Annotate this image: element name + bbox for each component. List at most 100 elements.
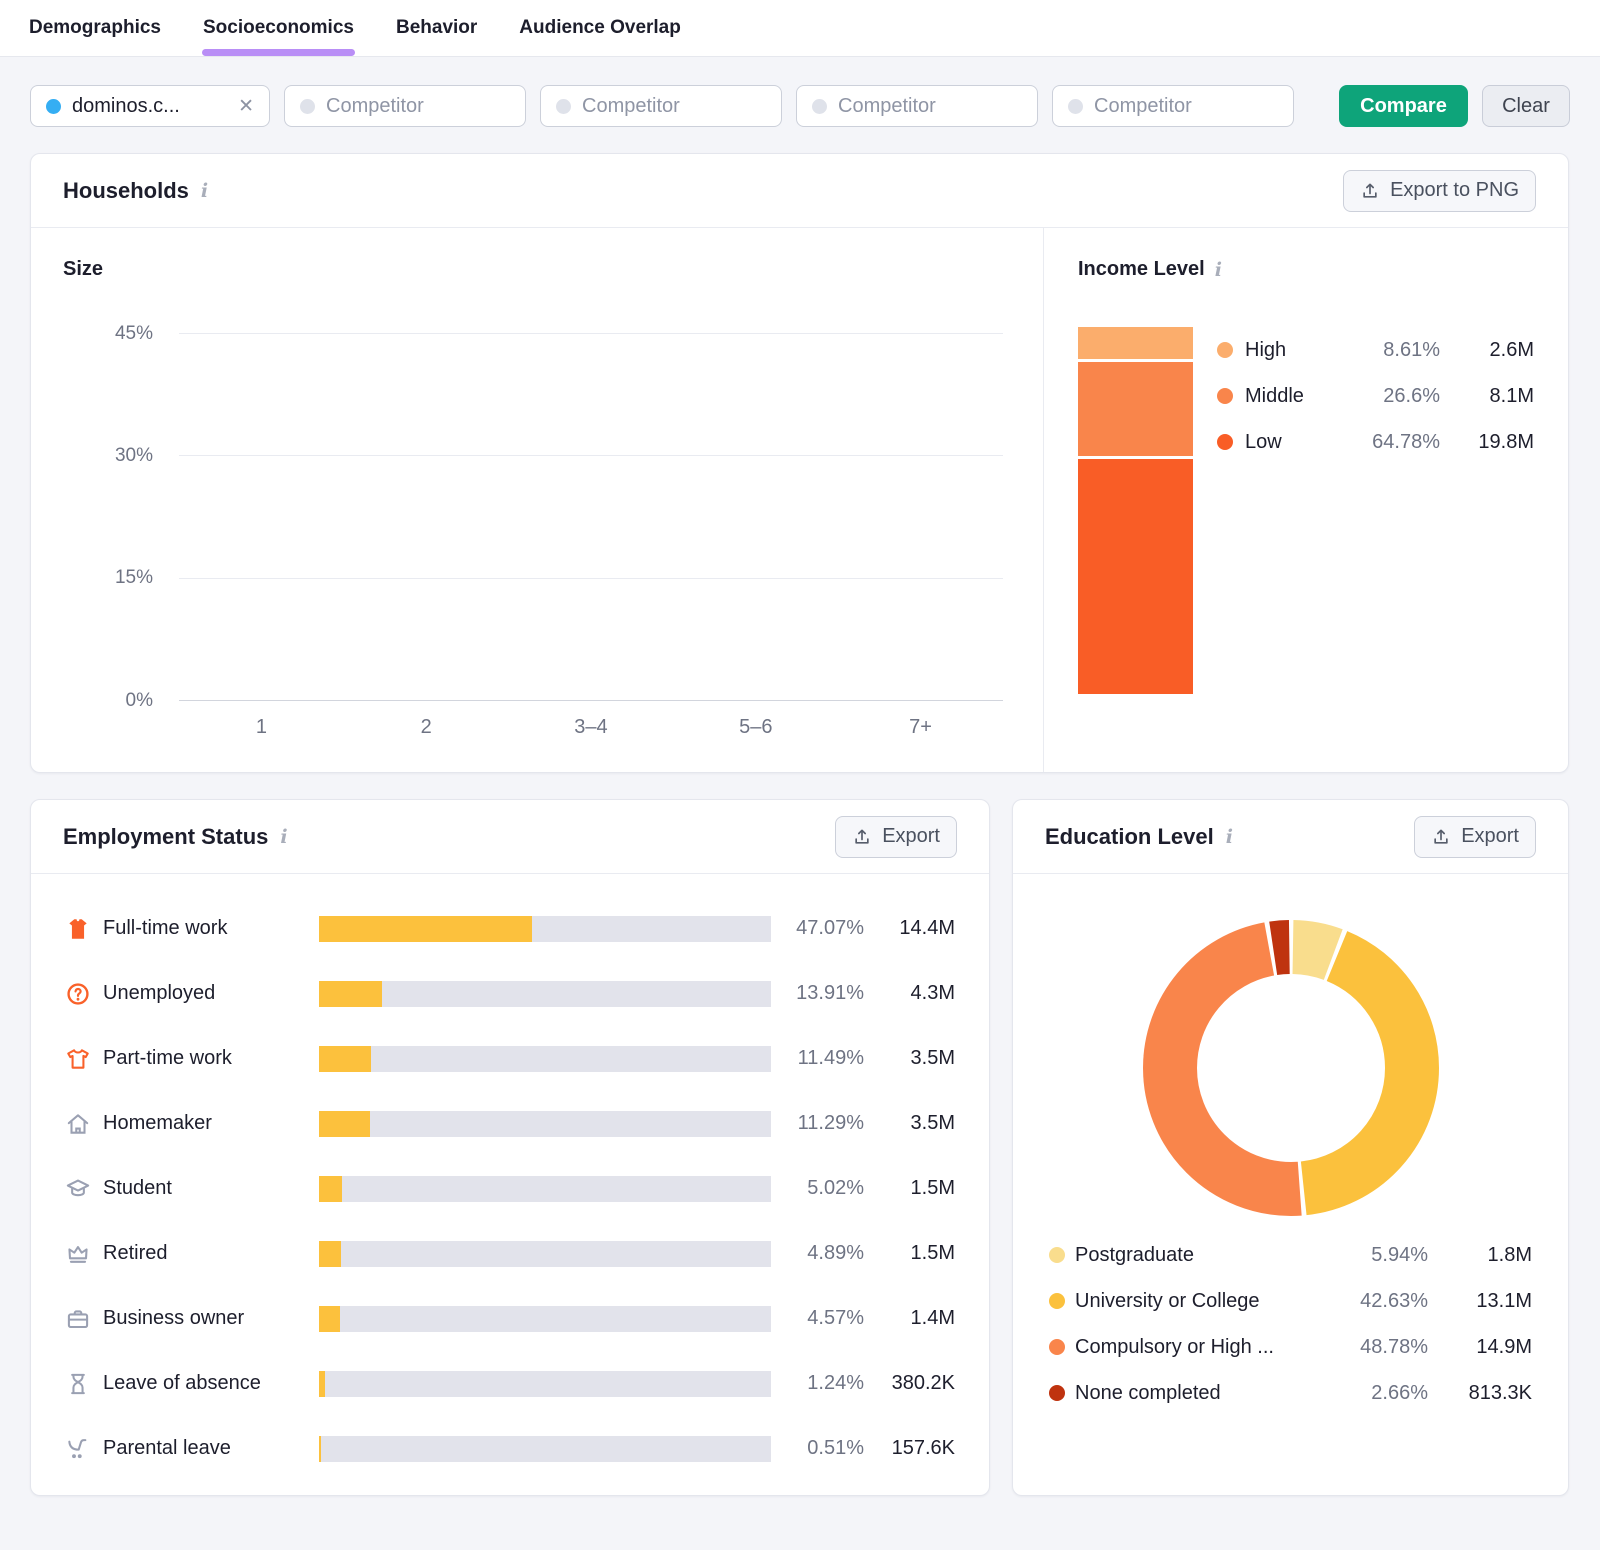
domain-chip[interactable]: dominos.c... ✕	[30, 85, 270, 127]
employment-percent: 1.24%	[807, 1372, 864, 1394]
employment-value: 157.6K	[891, 1437, 955, 1459]
employment-row: Parental leave 0.51% 157.6K	[65, 1416, 955, 1481]
employment-bar-fill	[319, 1240, 342, 1267]
education-level-title: Education Level	[1045, 823, 1214, 849]
briefcase-icon	[65, 1306, 91, 1332]
education-legend-label: University or College	[1075, 1289, 1260, 1312]
employment-bar-fill	[319, 1175, 342, 1202]
education-export-button[interactable]: Export	[1414, 815, 1536, 858]
households-card: Households i Export to PNG Size 45% 30% 15…	[30, 153, 1569, 773]
education-level-card: Education Level i Export Postgraduate 5.9…	[1012, 799, 1569, 1496]
tab-bar: Demographics Socioeconomics Behavior Aud…	[0, 0, 1600, 57]
legend-dot-icon	[1217, 434, 1233, 450]
income-level-title: Income Level	[1078, 258, 1205, 280]
export-to-png-button[interactable]: Export to PNG	[1343, 169, 1536, 212]
employment-bar-track	[319, 1370, 771, 1397]
income-legend-label: Middle	[1245, 384, 1304, 407]
upload-icon	[1434, 829, 1448, 844]
legend-dot-icon	[1049, 1293, 1065, 1309]
domain-color-dot-icon	[46, 98, 61, 114]
employment-row: Business owner 4.57% 1.4M	[65, 1286, 955, 1351]
clear-button[interactable]: Clear	[1482, 85, 1570, 127]
employment-bar-track	[319, 1240, 771, 1267]
competitor-input-4[interactable]: Competitor	[1052, 85, 1294, 127]
compare-button[interactable]: Compare	[1339, 85, 1468, 127]
legend-dot-icon	[1217, 342, 1233, 358]
size-x-axis: 1 2 3–4 5–6 7+	[179, 716, 1003, 739]
employment-bar-fill	[319, 1045, 371, 1072]
education-legend-value: 813.3K	[1468, 1381, 1532, 1404]
info-icon[interactable]: i	[201, 182, 208, 201]
employment-percent: 11.29%	[797, 1112, 864, 1134]
education-legend-label: Postgraduate	[1075, 1243, 1194, 1266]
employment-label: Leave of absence	[103, 1372, 261, 1394]
education-legend-label: None completed	[1075, 1381, 1221, 1404]
close-icon[interactable]: ✕	[238, 95, 254, 118]
employment-label: Unemployed	[103, 982, 216, 1004]
employment-percent: 0.51%	[807, 1437, 864, 1459]
education-card-header: Education Level i Export	[1013, 800, 1568, 874]
employment-label: Full-time work	[103, 917, 228, 939]
employment-bar-fill	[319, 980, 382, 1007]
education-legend-percent: 42.63%	[1360, 1289, 1428, 1312]
employment-label: Parental leave	[103, 1437, 231, 1459]
tab-audience-overlap[interactable]: Audience Overlap	[518, 0, 682, 56]
info-icon[interactable]: i	[280, 828, 287, 847]
competitor-input-1[interactable]: Competitor	[284, 85, 526, 127]
competitor-placeholder: Competitor	[838, 94, 936, 117]
employment-row: Retired 4.89% 1.5M	[65, 1221, 955, 1286]
employment-row: Leave of absence 1.24% 380.2K	[65, 1351, 955, 1416]
employment-bar-fill	[319, 915, 532, 942]
upload-icon	[855, 829, 869, 844]
employment-value: 1.4M	[910, 1307, 955, 1329]
tab-behavior[interactable]: Behavior	[395, 0, 478, 56]
size-x-tick: 2	[420, 716, 432, 738]
size-y-tick: 0%	[125, 689, 153, 711]
income-legend-value: 8.1M	[1489, 384, 1534, 407]
tab-socioeconomics[interactable]: Socioeconomics	[201, 0, 355, 56]
employment-bar-track	[319, 915, 771, 942]
employment-bar-fill	[319, 1305, 340, 1332]
income-legend-percent: 8.61%	[1383, 338, 1440, 361]
employment-value: 4.3M	[910, 982, 955, 1004]
employment-percent: 13.91%	[796, 982, 864, 1004]
tab-demographics[interactable]: Demographics	[28, 0, 162, 56]
competitor-placeholder: Competitor	[582, 94, 680, 117]
info-icon[interactable]: i	[1226, 828, 1233, 847]
competitor-dot-icon	[300, 98, 315, 114]
income-legend-row: High 8.61% 2.6M	[1217, 327, 1534, 373]
income-legend-percent: 26.6%	[1383, 384, 1440, 407]
education-legend-value: 1.8M	[1487, 1243, 1532, 1266]
question-circle-icon	[65, 981, 91, 1007]
employment-label: Part-time work	[103, 1047, 232, 1069]
info-icon[interactable]: i	[1215, 261, 1222, 280]
employment-status-card: Employment Status i Export Full-time wor…	[30, 799, 990, 1496]
legend-dot-icon	[1217, 388, 1233, 404]
size-x-tick: 3–4	[574, 716, 608, 738]
legend-dot-icon	[1049, 1385, 1065, 1401]
size-y-tick: 15%	[114, 567, 153, 589]
education-export-label: Export	[1461, 825, 1519, 847]
income-legend-value: 2.6M	[1489, 338, 1534, 361]
employment-row: Homemaker 11.29% 3.5M	[65, 1091, 955, 1156]
competitor-input-3[interactable]: Competitor	[796, 85, 1038, 127]
income-stacked-bar	[1078, 327, 1193, 694]
households-title: Households	[63, 177, 189, 203]
employment-value: 3.5M	[910, 1047, 955, 1069]
stroller-icon	[65, 1436, 91, 1462]
employment-rows: Full-time work 47.07% 14.4M Unemployed 13.91…	[31, 874, 989, 1481]
employment-bar-track	[319, 1175, 771, 1202]
employment-label: Retired	[103, 1242, 168, 1264]
employment-export-button[interactable]: Export	[835, 815, 957, 858]
legend-dot-icon	[1049, 1339, 1065, 1355]
competitor-input-2[interactable]: Competitor	[540, 85, 782, 127]
export-to-png-label: Export to PNG	[1390, 179, 1519, 201]
education-legend: Postgraduate 5.94% 1.8M University or Colle…	[1049, 1232, 1532, 1416]
compare-filter-row: dominos.c... ✕ Competitor Competitor Com…	[30, 85, 1570, 127]
income-legend-row: Middle 26.6% 8.1M	[1217, 373, 1534, 419]
employment-status-title: Employment Status	[63, 823, 269, 849]
domain-chip-label: dominos.c...	[72, 94, 180, 117]
employment-value: 1.5M	[910, 1177, 955, 1199]
income-segment-high	[1078, 327, 1193, 359]
education-legend-value: 13.1M	[1476, 1289, 1532, 1312]
